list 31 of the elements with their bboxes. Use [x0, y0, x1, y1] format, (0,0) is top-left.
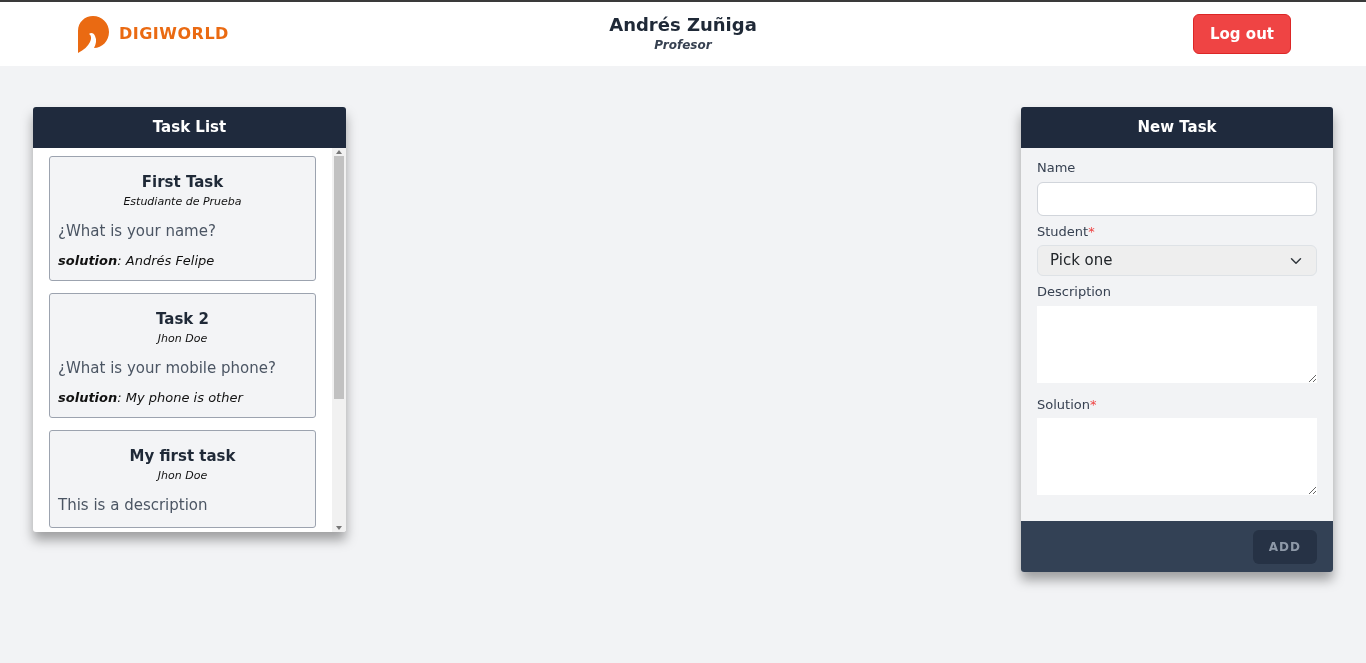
task-solution: solution: My phone is other [58, 388, 245, 407]
student-name: Estudiante de Prueba [122, 193, 243, 210]
required-mark: * [1088, 223, 1095, 239]
required-mark: * [1089, 396, 1097, 412]
task-description: ¿What is your mobile phone? [58, 358, 277, 379]
field-label: Solution [1037, 396, 1090, 412]
field-label: Student [1037, 223, 1089, 239]
field-label: Name [1037, 160, 1076, 175]
scrollbar[interactable] [332, 148, 346, 532]
field-label: Description [1037, 284, 1112, 299]
logout-button[interactable]: Log out [1193, 13, 1291, 55]
user-name: Andrés Zuñiga [609, 14, 757, 36]
student-select[interactable]: Pick one [1037, 245, 1317, 276]
task-title: My first task [128, 446, 237, 467]
text-area[interactable] [1037, 418, 1317, 495]
text-area[interactable] [1037, 305, 1317, 383]
task-title: Task 2 [155, 309, 210, 330]
panel-title: Task List [152, 117, 227, 139]
panel-title: New Task [1137, 117, 1217, 139]
brand-name: DIGIWORLD [119, 23, 229, 45]
task-description: This is a description [58, 495, 209, 516]
student-name: Jhon Doe [155, 330, 209, 347]
logo-icon [75, 15, 111, 53]
student-name: Jhon Doe [155, 467, 209, 484]
task-title: First Task [140, 172, 225, 193]
name-field[interactable] [1037, 181, 1317, 216]
task-solution: solution: Andrés Felipe [58, 251, 216, 270]
task-description: ¿What is your name? [58, 221, 217, 242]
scroll-thumb[interactable] [334, 156, 344, 399]
scroll-down-icon[interactable] [335, 524, 343, 532]
user-role: Profesor [653, 36, 714, 54]
